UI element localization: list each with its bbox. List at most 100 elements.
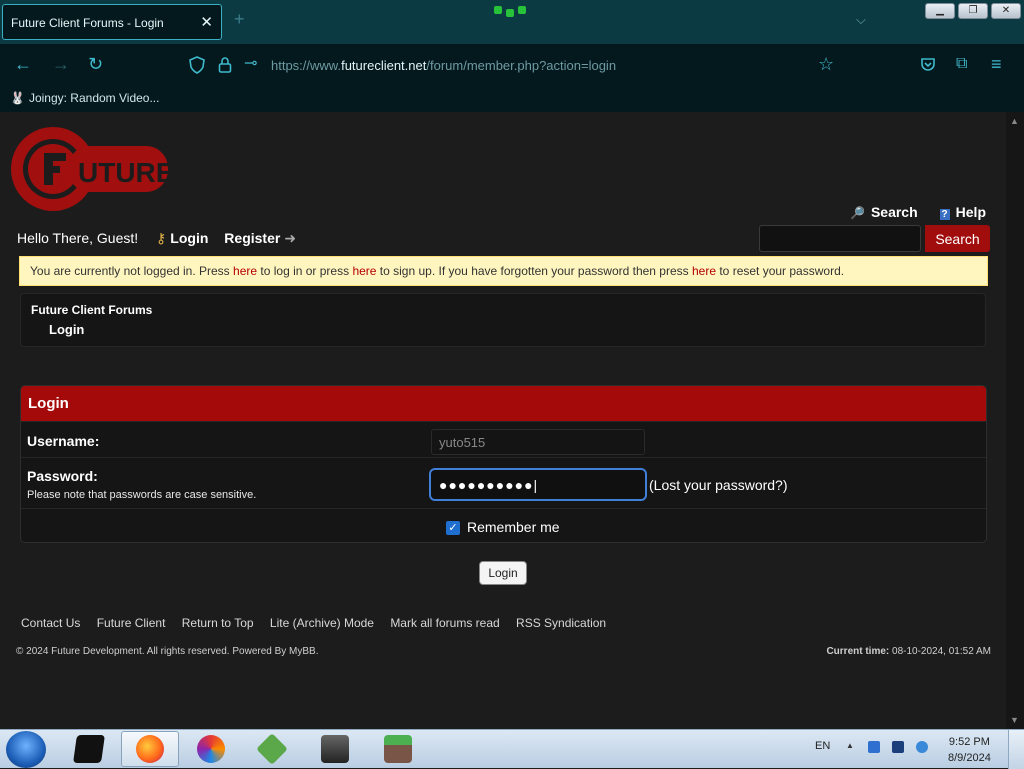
notice-text: You are currently not logged in. Press: [30, 264, 234, 278]
footer-link-mark-read[interactable]: Mark all forums read: [390, 616, 499, 630]
theme-decoration-icon: [494, 6, 530, 17]
magnifier-icon: 🔎: [850, 206, 865, 220]
breadcrumb-root-link[interactable]: Future Client Forums: [31, 303, 152, 317]
bookmark-rabbit-icon: 🐰: [10, 91, 25, 105]
taskbar-clock[interactable]: 9:52 PM 8/9/2024: [948, 734, 991, 766]
menu-icon[interactable]: ≡: [991, 53, 1002, 75]
new-tab-icon[interactable]: +: [234, 9, 245, 30]
login-panel: Login Username: yuto515 Password: Please…: [20, 385, 987, 543]
taskbar-app-firefox[interactable]: [121, 731, 179, 767]
list-tabs-icon[interactable]: ⌵: [856, 12, 866, 28]
url-prefix: https://www.: [271, 58, 342, 73]
password-field[interactable]: ●●●●●●●●●●|: [429, 468, 647, 501]
search-button[interactable]: Search: [925, 225, 990, 252]
key-permissions-icon[interactable]: ⊸: [244, 53, 257, 75]
remember-row: ✓ Remember me: [21, 508, 986, 542]
username-field[interactable]: yuto515: [431, 429, 645, 455]
footer-link-lite-mode[interactable]: Lite (Archive) Mode: [270, 616, 374, 630]
url-bar[interactable]: https://www.futureclient.net/forum/membe…: [271, 58, 616, 73]
volume-tray-icon[interactable]: [916, 741, 928, 753]
forum-page: UTURE 🔎 Search ? Help Hello There, Guest! …: [0, 112, 1006, 729]
minecraft-icon: [384, 735, 412, 763]
shield-icon[interactable]: [189, 56, 205, 74]
taskbar-app-browser[interactable]: [182, 731, 240, 767]
taskbar-app-launcher[interactable]: [243, 731, 301, 767]
header-links: 🔎 Search ? Help: [832, 204, 986, 220]
lock-icon[interactable]: [218, 56, 232, 74]
bookmark-star-icon[interactable]: ☆: [818, 53, 834, 75]
taskbar-app-terminal[interactable]: [60, 731, 118, 767]
scroll-up-icon[interactable]: ▲: [1010, 116, 1019, 126]
scroll-down-icon[interactable]: ▼: [1010, 715, 1019, 725]
pocket-icon[interactable]: [920, 57, 936, 73]
tab-title: Future Client Forums - Login: [11, 16, 164, 30]
current-time-value: 08-10-2024, 01:52 AM: [889, 646, 991, 657]
taskbar-app-minecraft[interactable]: [369, 731, 427, 767]
clock-time: 9:52 PM: [948, 736, 990, 748]
terminal-app-icon: [73, 735, 105, 763]
close-window-icon[interactable]: ✕: [991, 3, 1021, 19]
show-desktop-button[interactable]: [1008, 730, 1024, 769]
future-logo[interactable]: UTURE: [8, 124, 170, 214]
password-label: Password:: [27, 468, 98, 484]
action-center-icon[interactable]: [892, 741, 904, 753]
login-here-link[interactable]: here: [233, 264, 257, 278]
forward-icon[interactable]: →: [52, 53, 70, 75]
help-book-icon: ?: [939, 209, 950, 220]
key-icon: ⚷: [156, 230, 167, 246]
lost-password-link[interactable]: (Lost your password?): [649, 477, 788, 493]
windows-taskbar: EN ▲ 9:52 PM 8/9/2024: [0, 729, 1024, 769]
notice-text: to sign up. If you have forgotten your p…: [376, 264, 692, 278]
notice-text: to reset your password.: [716, 264, 845, 278]
language-indicator[interactable]: EN: [815, 740, 830, 752]
arrow-right-icon: ➜: [284, 230, 297, 246]
footer-link-return-top[interactable]: Return to Top: [182, 616, 254, 630]
search-link[interactable]: 🔎 Search: [850, 204, 918, 220]
username-label: Username:: [27, 433, 100, 449]
taskbar-app-game[interactable]: [306, 731, 364, 767]
password-row: Password: Please note that passwords are…: [21, 457, 986, 508]
password-note: Please note that passwords are case sens…: [27, 489, 257, 501]
firefox-icon: [136, 735, 164, 763]
show-hidden-icons[interactable]: ▲: [846, 741, 858, 753]
minimize-window-icon[interactable]: ▁: [925, 3, 955, 19]
remember-me-label[interactable]: Remember me: [467, 519, 560, 535]
signup-here-link[interactable]: here: [352, 264, 376, 278]
network-tray-icon[interactable]: [868, 741, 880, 753]
welcome-block: Hello There, Guest! ⚷ Login Register ➜: [17, 230, 296, 247]
page-scrollbar[interactable]: ▲ ▼: [1006, 112, 1024, 729]
remember-me-checkbox[interactable]: ✓: [446, 521, 460, 535]
current-time: Current time: 08-10-2024, 01:52 AM: [826, 646, 991, 657]
url-path: /forum/member.php?action=login: [426, 58, 617, 73]
login-panel-title: Login: [21, 386, 986, 421]
url-domain: futureclient.net: [341, 58, 427, 73]
restore-window-icon[interactable]: ❐: [958, 3, 988, 19]
footer-link-contact[interactable]: Contact Us: [21, 616, 80, 630]
notice-text: to log in or press: [257, 264, 353, 278]
close-tab-icon[interactable]: ✕: [200, 13, 213, 31]
footer-link-future-client[interactable]: Future Client: [97, 616, 166, 630]
greeting-text: Hello There, Guest!: [17, 230, 139, 246]
footer-links: Contact Us Future Client Return to Top L…: [21, 616, 619, 630]
back-icon[interactable]: ←: [14, 53, 32, 75]
help-link[interactable]: ? Help: [939, 204, 986, 220]
register-link[interactable]: Register: [224, 230, 280, 246]
login-submit-button[interactable]: Login: [479, 561, 527, 585]
current-time-label: Current time:: [826, 646, 890, 657]
footer-link-rss[interactable]: RSS Syndication: [516, 616, 606, 630]
login-link[interactable]: Login: [170, 230, 208, 246]
reload-icon[interactable]: ↻: [88, 53, 103, 75]
login-notice: You are currently not logged in. Press h…: [19, 256, 988, 286]
game-cover-icon: [321, 735, 349, 763]
reset-password-here-link[interactable]: here: [692, 264, 716, 278]
breadcrumb-current: Login: [49, 322, 85, 337]
swirl-browser-icon: [197, 735, 225, 763]
extensions-icon[interactable]: ⧉: [956, 53, 967, 75]
browser-nav-bar: ← → ↻ ⊸ https://www.futureclient.net/for…: [0, 44, 1024, 86]
start-button-icon[interactable]: [6, 731, 46, 768]
bookmark-item[interactable]: 🐰 Joingy: Random Video...: [10, 91, 159, 105]
bookmarks-bar: 🐰 Joingy: Random Video...: [0, 86, 1024, 112]
search-input[interactable]: [759, 225, 921, 252]
browser-tab[interactable]: Future Client Forums - Login ✕: [2, 4, 222, 40]
clock-date: 8/9/2024: [948, 752, 991, 764]
